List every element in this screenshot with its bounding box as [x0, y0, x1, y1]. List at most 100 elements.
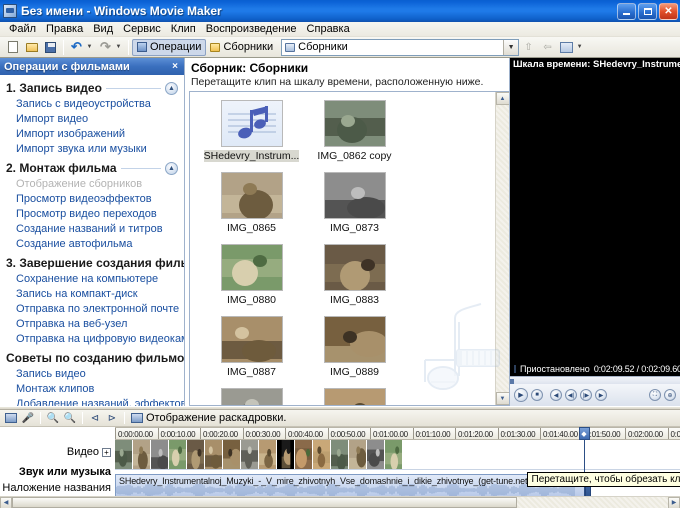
back-button[interactable]: ◀	[550, 389, 562, 402]
task-link-import-pictures[interactable]: Импорт изображений	[0, 127, 184, 142]
back-button[interactable]: ⇦	[539, 39, 556, 56]
clip-item[interactable]: IMG_0880	[200, 244, 303, 306]
video-frame[interactable]	[313, 440, 331, 470]
hscroll-thumb[interactable]	[12, 496, 517, 508]
zoom-out-button[interactable]: 🔍	[62, 411, 78, 426]
clip-item[interactable]: IMG_0891	[303, 388, 406, 406]
clip-item[interactable]: IMG_0883	[303, 244, 406, 306]
task-link-view-effects[interactable]: Просмотр видеоэффектов	[0, 192, 184, 207]
task-link-make-titles[interactable]: Создание названий и титров	[0, 222, 184, 237]
previous-frame-button[interactable]: ◀|	[565, 389, 577, 402]
task-link-import-video[interactable]: Импорт видео	[0, 112, 184, 127]
collections-scrollbar[interactable]: ▲ ▼	[495, 92, 509, 406]
clip-item[interactable]: IMG_0865	[200, 172, 303, 234]
seek-slider[interactable]	[510, 376, 680, 385]
video-frame[interactable]	[151, 440, 169, 470]
task-group-header-capture[interactable]: 1. Запись видео ▲	[0, 77, 184, 97]
video-frame[interactable]	[331, 440, 349, 470]
full-screen-button[interactable]: ⛶	[649, 389, 661, 402]
task-group-header-finish[interactable]: 3. Завершение создания фильма ▲	[0, 252, 184, 272]
tasks-toggle-button[interactable]: Операции	[132, 38, 207, 56]
video-frame[interactable]	[295, 440, 313, 470]
chevron-up-icon[interactable]: ▲	[165, 161, 178, 175]
close-icon[interactable]: ×	[172, 61, 180, 72]
video-frame[interactable]	[385, 440, 403, 470]
video-frame[interactable]	[241, 440, 259, 470]
clip-item[interactable]: IMG_0862 copy	[303, 100, 406, 162]
save-project-button[interactable]	[42, 39, 59, 56]
task-group-header-tips[interactable]: Советы по созданию фильмов ▲	[0, 347, 184, 367]
clip-item[interactable]: IMG_0889	[303, 316, 406, 378]
menu-clip[interactable]: Клип	[166, 22, 201, 37]
scroll-down-button[interactable]: ▼	[495, 392, 509, 406]
clip-item[interactable]: IMG_0887	[200, 316, 303, 378]
task-link-tip-editing[interactable]: Монтаж клипов	[0, 382, 184, 397]
video-frame[interactable]	[169, 440, 187, 470]
up-level-button[interactable]: ⇧	[520, 39, 537, 56]
hscroll-track[interactable]	[12, 496, 668, 508]
task-link-tip-titles[interactable]: Добавление названий, эффектов и переходо…	[0, 397, 184, 406]
menu-tools[interactable]: Сервис	[118, 22, 166, 37]
timeline-ruler[interactable]: 0:00:00.00 0:00:10.00 0:00:20.00 0:00:30.00…	[115, 427, 680, 441]
undo-dropdown[interactable]: ▼	[87, 39, 95, 56]
scroll-left-button[interactable]: ◀	[0, 496, 12, 508]
task-link-send-dv-camera[interactable]: Отправка на цифровую видеокамеру	[0, 332, 184, 347]
clip-item[interactable]: SHedevry_Instrum...	[200, 100, 303, 162]
clip-item[interactable]: IMG_0873	[303, 172, 406, 234]
forward-button[interactable]: ▶	[595, 389, 607, 402]
menu-help[interactable]: Справка	[302, 22, 355, 37]
storyboard-toggle[interactable]: Отображение раскадровки.	[129, 412, 286, 424]
close-button[interactable]: ✕	[659, 2, 678, 20]
task-link-send-email[interactable]: Отправка по электронной почте	[0, 302, 184, 317]
chevron-up-icon[interactable]: ▲	[165, 81, 178, 95]
video-frame[interactable]	[367, 440, 385, 470]
open-project-button[interactable]	[23, 39, 40, 56]
new-project-button[interactable]	[4, 39, 21, 56]
next-frame-button[interactable]: |▶	[580, 389, 592, 402]
video-frame[interactable]	[259, 440, 277, 470]
collections-combobox[interactable]: Сборники ▼	[281, 38, 520, 56]
undo-button[interactable]: ↶	[68, 39, 85, 56]
scroll-right-button[interactable]: ▶	[668, 496, 680, 508]
task-link-view-transitions[interactable]: Просмотр видео переходов	[0, 207, 184, 222]
audio-clip[interactable]: SHedevry_Instrumentalnoj_Muzyki_-_V_mire…	[115, 474, 587, 496]
task-link-tip-capture[interactable]: Запись видео	[0, 367, 184, 382]
task-link-save-to-computer[interactable]: Сохранение на компьютере	[0, 272, 184, 287]
maximize-button[interactable]	[638, 2, 657, 20]
scrollbar-track[interactable]	[495, 105, 509, 393]
timeline-horizontal-scrollbar[interactable]: ◀ ▶	[0, 496, 680, 508]
views-dropdown[interactable]: ▼	[577, 39, 585, 56]
menu-file[interactable]: Файл	[4, 22, 41, 37]
video-frame[interactable]	[133, 440, 151, 470]
task-group-header-edit[interactable]: 2. Монтаж фильма ▲	[0, 157, 184, 177]
redo-button[interactable]: ↷	[97, 39, 114, 56]
video-frame[interactable]	[349, 440, 367, 470]
redo-dropdown[interactable]: ▼	[116, 39, 124, 56]
video-frame[interactable]	[277, 440, 295, 470]
views-button[interactable]	[558, 39, 575, 56]
video-frame[interactable]	[223, 440, 241, 470]
video-frame[interactable]	[115, 440, 133, 470]
menu-view[interactable]: Вид	[88, 22, 118, 37]
task-link-capture-device[interactable]: Запись с видеоустройства	[0, 97, 184, 112]
collections-toggle-button[interactable]: Сборники	[206, 39, 277, 56]
task-link-save-to-cd[interactable]: Запись на компакт-диск	[0, 287, 184, 302]
task-link-send-web[interactable]: Отправка на веб-узел	[0, 317, 184, 332]
zoom-in-button[interactable]: 🔍	[45, 411, 61, 426]
minimize-button[interactable]	[617, 2, 636, 20]
expand-video-track-button[interactable]: +	[102, 448, 111, 458]
timeline-tracks[interactable]: 0:00:00.00 0:00:10.00 0:00:20.00 0:00:30.00…	[115, 427, 680, 496]
storyboard-view-button[interactable]	[3, 411, 19, 426]
play-timeline-button[interactable]: ⊳	[104, 411, 120, 426]
play-button[interactable]: ▶	[514, 388, 528, 403]
video-track[interactable]	[115, 440, 680, 471]
menu-edit[interactable]: Правка	[41, 22, 88, 37]
narrate-timeline-button[interactable]: 🎤	[20, 411, 36, 426]
stop-button[interactable]: ■	[531, 389, 543, 402]
video-display[interactable]	[510, 71, 680, 363]
task-link-automovie[interactable]: Создание автофильма	[0, 237, 184, 252]
menu-play[interactable]: Воспроизведение	[201, 22, 302, 37]
chevron-down-icon[interactable]: ▼	[503, 39, 519, 55]
task-link-import-audio[interactable]: Импорт звука или музыки	[0, 142, 184, 157]
rewind-timeline-button[interactable]: ⊲	[87, 411, 103, 426]
